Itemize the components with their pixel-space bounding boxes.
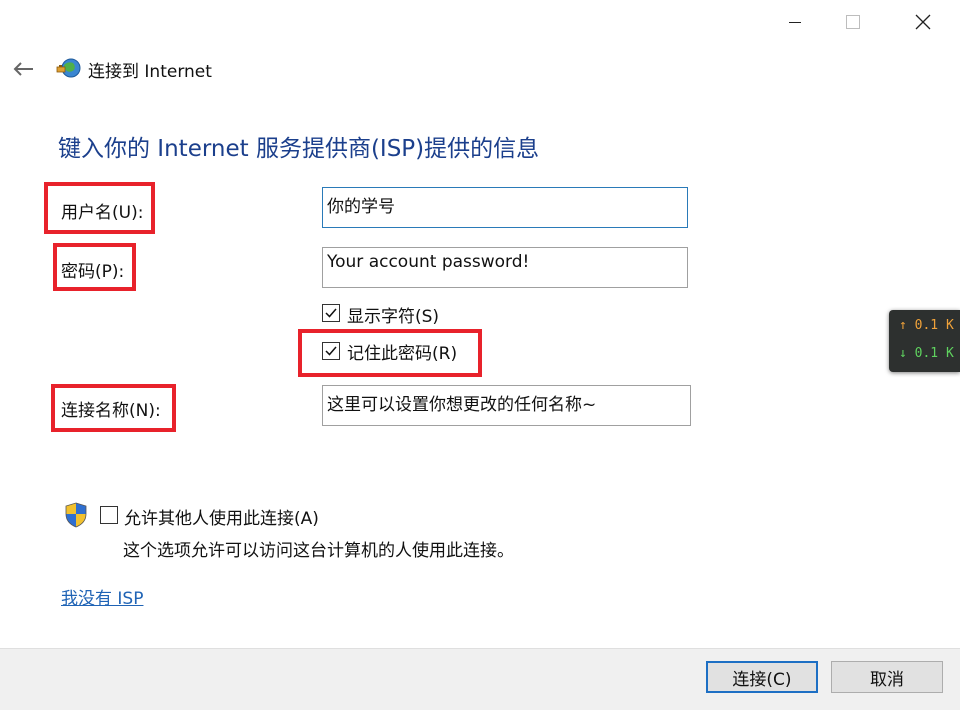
remember-password-checkbox[interactable] bbox=[322, 342, 340, 360]
network-globe-icon bbox=[56, 58, 81, 78]
username-label: 用户名(U): bbox=[61, 203, 144, 223]
download-arrow-icon: ↓ bbox=[899, 346, 907, 361]
connection-name-input[interactable]: 这里可以设置你想更改的任何名称~ bbox=[322, 385, 691, 426]
instructions-heading: 键入你的 Internet 服务提供商(ISP)提供的信息 bbox=[58, 136, 540, 162]
minimize-button[interactable] bbox=[772, 0, 818, 44]
allow-others-description: 这个选项允许可以访问这台计算机的人使用此连接。 bbox=[123, 541, 514, 561]
download-speed: ↓ 0.1 K bbox=[899, 346, 954, 361]
connection-name-label: 连接名称(N): bbox=[61, 401, 161, 421]
maximize-button[interactable] bbox=[830, 0, 876, 44]
allow-others-checkbox[interactable] bbox=[100, 506, 118, 524]
page-title: 连接到 Internet bbox=[88, 62, 212, 82]
checkmark-icon bbox=[325, 346, 337, 356]
upload-speed: ↑ 0.1 K bbox=[899, 318, 954, 333]
minimize-icon bbox=[789, 21, 801, 23]
close-icon bbox=[915, 14, 931, 30]
password-label: 密码(P): bbox=[61, 262, 125, 282]
checkmark-icon bbox=[325, 308, 337, 318]
remember-password-label: 记住此密码(R) bbox=[347, 344, 458, 364]
connect-button[interactable]: 连接(C) bbox=[706, 661, 818, 693]
back-button[interactable] bbox=[8, 56, 38, 82]
cancel-button[interactable]: 取消 bbox=[831, 661, 943, 693]
uac-shield-icon bbox=[65, 502, 87, 528]
allow-others-label: 允许其他人使用此连接(A) bbox=[124, 509, 319, 529]
password-input[interactable]: Your account password! bbox=[322, 247, 688, 288]
show-chars-checkbox[interactable] bbox=[322, 304, 340, 322]
no-isp-link[interactable]: 我没有 ISP bbox=[61, 584, 143, 609]
close-button[interactable] bbox=[900, 0, 946, 44]
network-speed-monitor: ↑ 0.1 K ↓ 0.1 K bbox=[889, 310, 960, 372]
maximize-icon bbox=[846, 15, 860, 29]
show-chars-label: 显示字符(S) bbox=[347, 307, 440, 327]
back-arrow-icon bbox=[13, 62, 33, 76]
username-input[interactable]: 你的学号 bbox=[322, 187, 688, 228]
upload-arrow-icon: ↑ bbox=[899, 318, 907, 333]
